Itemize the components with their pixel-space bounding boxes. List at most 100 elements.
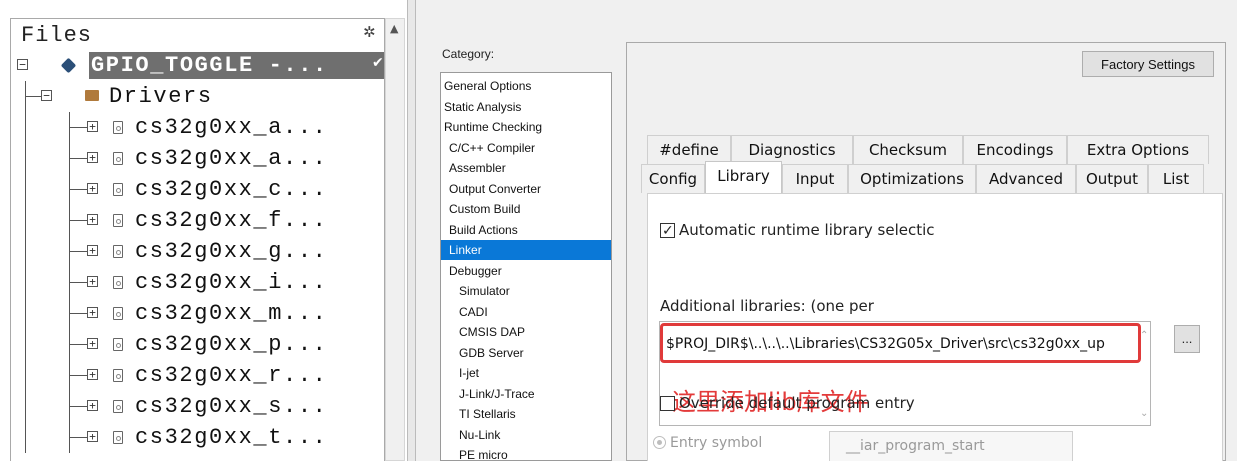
tree-file-node[interactable]: + cs32g0xx_a... xyxy=(11,143,384,174)
tab-config[interactable]: Config xyxy=(641,164,705,193)
expand-icon[interactable]: + xyxy=(87,369,98,380)
category-item[interactable]: Output Converter xyxy=(441,179,611,199)
chevron-down-icon[interactable]: ⌄ xyxy=(1140,408,1148,419)
expand-icon[interactable]: + xyxy=(87,307,98,318)
collapse-icon[interactable]: − xyxy=(17,59,28,70)
additional-libraries-label: Additional libraries: (one per xyxy=(660,297,874,315)
tab-checksum[interactable]: Checksum xyxy=(853,135,963,164)
tree-node-label: cs32g0xx_f... xyxy=(135,208,328,233)
tree-file-node[interactable]: + cs32g0xx_r... xyxy=(11,360,384,391)
category-item[interactable]: Simulator xyxy=(441,281,611,301)
file-tree: − GPIO_TOGGLE -... ✔ − Drivers + cs32g0xx_a...… xyxy=(11,50,384,453)
tree-connector xyxy=(25,174,26,205)
tab-list[interactable]: List xyxy=(1148,164,1204,193)
expand-icon[interactable]: + xyxy=(87,152,98,163)
category-item[interactable]: TI Stellaris xyxy=(441,404,611,424)
files-scrollbar[interactable]: ▲ xyxy=(385,18,405,461)
chevron-up-icon[interactable]: ⌃ xyxy=(1140,330,1148,341)
tab-advanced[interactable]: Advanced xyxy=(976,164,1076,193)
expand-icon[interactable]: + xyxy=(87,276,98,287)
auto-runtime-label: Automatic runtime library selectic xyxy=(679,221,935,239)
tab-library[interactable]: Library xyxy=(705,161,782,193)
tree-connector xyxy=(25,236,26,267)
tree-connector xyxy=(25,360,26,391)
library-path-line[interactable]: $PROJ_DIR$\..\..\..\Libraries\CS32G05x_D… xyxy=(666,336,1105,352)
category-item[interactable]: General Options xyxy=(441,76,611,96)
expand-icon[interactable]: + xyxy=(87,400,98,411)
tree-file-node[interactable]: + cs32g0xx_i... xyxy=(11,267,384,298)
category-item[interactable]: Build Actions xyxy=(441,220,611,240)
tree-connector xyxy=(69,112,70,143)
tree-connector xyxy=(69,422,70,453)
collapse-icon[interactable]: − xyxy=(41,90,52,101)
tree-node-label: cs32g0xx_a... xyxy=(135,115,328,140)
tree-node-label: Drivers xyxy=(109,84,213,109)
tree-node-label: cs32g0xx_r... xyxy=(135,363,328,388)
expand-icon[interactable]: + xyxy=(87,245,98,256)
category-item[interactable]: PE micro xyxy=(441,445,611,460)
tree-connector xyxy=(25,112,26,143)
tree-file-node[interactable]: + cs32g0xx_c... xyxy=(11,174,384,205)
scroll-up-arrow-icon[interactable]: ▲ xyxy=(390,22,398,35)
entry-symbol-input[interactable]: __iar_program_start xyxy=(829,431,1073,461)
tab-encodings[interactable]: Encodings xyxy=(963,135,1067,164)
expand-icon[interactable]: + xyxy=(87,431,98,442)
tree-folder-node[interactable]: − Drivers xyxy=(11,81,384,112)
options-dialog: Category: General Options Static Analysis… xyxy=(416,0,1237,461)
category-item[interactable]: Debugger xyxy=(441,261,611,281)
files-panel: Files ✲ − GPIO_TOGGLE -... ✔ − Drivers + cs32g… xyxy=(10,18,385,461)
checkmark-glyph: ✔ xyxy=(372,55,384,71)
factory-settings-button[interactable]: Factory Settings xyxy=(1082,51,1214,77)
tree-node-label: cs32g0xx_i... xyxy=(135,270,328,295)
category-item[interactable]: Custom Build xyxy=(441,199,611,219)
c-file-icon xyxy=(113,183,123,196)
category-item[interactable]: Runtime Checking xyxy=(441,117,611,137)
entry-symbol-radio[interactable] xyxy=(653,436,666,449)
tree-file-node[interactable]: + cs32g0xx_s... xyxy=(11,391,384,422)
tree-connector xyxy=(69,220,87,221)
category-item[interactable]: GDB Server xyxy=(441,343,611,363)
category-item[interactable]: Assembler xyxy=(441,158,611,178)
tree-connector xyxy=(25,205,26,236)
tab-define[interactable]: #define xyxy=(647,135,731,164)
tree-project-node[interactable]: − GPIO_TOGGLE -... ✔ xyxy=(11,50,384,81)
override-entry-option[interactable]: Override default program entry xyxy=(660,393,915,413)
tree-connector xyxy=(69,267,70,298)
category-item[interactable]: Nu-Link xyxy=(441,425,611,445)
category-label: Category: xyxy=(442,47,495,61)
override-entry-checkbox[interactable] xyxy=(660,396,675,411)
category-item[interactable]: C/C++ Compiler xyxy=(441,138,611,158)
expand-icon[interactable]: + xyxy=(87,183,98,194)
expand-icon[interactable]: + xyxy=(87,214,98,225)
tree-file-node[interactable]: + cs32g0xx_p... xyxy=(11,329,384,360)
tab-extra-options[interactable]: Extra Options xyxy=(1067,135,1209,164)
tree-file-node[interactable]: + cs32g0xx_g... xyxy=(11,236,384,267)
category-item[interactable]: I-jet xyxy=(441,363,611,383)
tree-node-label: cs32g0xx_m... xyxy=(135,301,328,326)
auto-runtime-checkbox[interactable] xyxy=(660,221,675,241)
tab-input[interactable]: Input xyxy=(782,164,848,193)
tab-optimizations[interactable]: Optimizations xyxy=(848,164,976,193)
category-item[interactable]: CADI xyxy=(441,302,611,322)
c-file-icon xyxy=(113,431,123,444)
category-item[interactable]: Static Analysis xyxy=(441,97,611,117)
expand-icon[interactable]: + xyxy=(87,121,98,132)
tree-file-node[interactable]: + cs32g0xx_f... xyxy=(11,205,384,236)
browse-libraries-button[interactable]: ... xyxy=(1174,325,1200,353)
auto-runtime-option[interactable]: Automatic runtime library selectic xyxy=(660,220,935,241)
tree-file-node[interactable]: + cs32g0xx_m... xyxy=(11,298,384,329)
tab-output[interactable]: Output xyxy=(1076,164,1148,193)
category-item[interactable]: Linker xyxy=(441,240,611,260)
category-list[interactable]: General Options Static Analysis Runtime Ch… xyxy=(440,72,612,461)
entry-symbol-option[interactable]: Entry symbol xyxy=(653,435,762,451)
c-file-icon xyxy=(113,245,123,258)
category-item[interactable]: CMSIS DAP xyxy=(441,322,611,342)
category-item[interactable]: J-Link/J-Trace xyxy=(441,384,611,404)
gear-icon[interactable]: ✲ xyxy=(363,25,377,40)
tree-file-node[interactable]: + cs32g0xx_t... xyxy=(11,422,384,453)
tab-diagnostics[interactable]: Diagnostics xyxy=(731,135,853,164)
pane-splitter[interactable] xyxy=(407,0,416,461)
tree-connector xyxy=(25,143,26,174)
tree-file-node[interactable]: + cs32g0xx_a... xyxy=(11,112,384,143)
expand-icon[interactable]: + xyxy=(87,338,98,349)
